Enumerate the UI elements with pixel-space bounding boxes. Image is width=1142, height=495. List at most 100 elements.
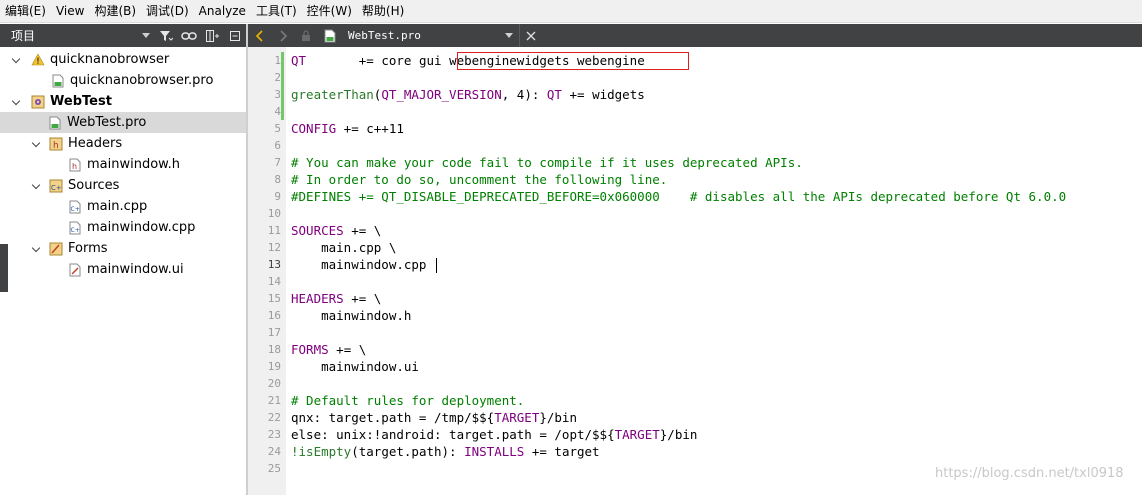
code-token: mainwindow.ui	[291, 359, 419, 374]
svg-text:C+: C+	[71, 227, 80, 234]
line-number: 11	[267, 224, 281, 237]
code-line[interactable]: mainwindow.h	[291, 307, 411, 324]
menu-build[interactable]: 构建(B)	[89, 0, 141, 23]
line-number: 12	[267, 241, 281, 254]
svg-text:C+: C+	[71, 206, 80, 213]
code-editor[interactable]: QT += core gui webenginewidgets webengin…	[287, 47, 1142, 495]
code-line[interactable]: FORMS += \	[291, 341, 366, 358]
tree-item-headers[interactable]: h Headers	[0, 133, 246, 154]
code-token: #DEFINES += QT_DISABLE_DEPRECATED_BEFORE…	[291, 189, 1067, 204]
menu-controls[interactable]: 控件(W)	[302, 0, 357, 23]
code-token: += c++11	[336, 121, 404, 136]
qt-project-file-icon	[323, 28, 337, 43]
editor-toolbar: WebTest.pro	[248, 24, 1142, 47]
code-line[interactable]: # Default rules for deployment.	[291, 392, 524, 409]
tree-item-label: mainwindow.cpp	[87, 220, 196, 235]
chevron-down-icon[interactable]	[32, 139, 42, 149]
line-number-gutter[interactable]: 1 2 3 4 5 6 7 8 9 10 11 12 13 14 15 16 17 18 19 20 21 22 23 24 2…	[248, 47, 286, 495]
code-line[interactable]: # In order to do so, uncomment the follo…	[291, 171, 667, 188]
menu-edit[interactable]: 编辑(E)	[0, 0, 51, 23]
menu-debug[interactable]: 调试(D)	[141, 0, 194, 23]
code-line[interactable]: mainwindow.ui	[291, 358, 419, 375]
code-line[interactable]: qnx: target.path = /tmp/$${TARGET}/bin	[291, 409, 577, 426]
close-pane-icon[interactable]	[223, 24, 246, 47]
header-file-icon: h	[68, 157, 82, 172]
code-line[interactable]: SOURCES += \	[291, 222, 381, 239]
code-token: # In order to do so, uncomment the follo…	[291, 172, 668, 187]
code-token: QT_MAJOR_VERSION	[381, 87, 502, 102]
code-line[interactable]: greaterThan(QT_MAJOR_VERSION, 4): QT += …	[291, 86, 645, 103]
code-token: TARGET	[614, 427, 660, 442]
tree-item-mainwindow-ui[interactable]: mainwindow.ui	[0, 259, 246, 280]
lock-icon[interactable]	[294, 24, 317, 47]
line-number: 9	[274, 190, 281, 203]
split-icon[interactable]	[200, 24, 223, 47]
code-token: HEADERS	[291, 291, 344, 306]
line-number: 17	[267, 326, 281, 339]
tree-item-mainwindow-cpp[interactable]: C+ mainwindow.cpp	[0, 217, 246, 238]
code-line[interactable]: # You can make your code fail to compile…	[291, 154, 803, 171]
tree-item-mainwindow-h[interactable]: h mainwindow.h	[0, 154, 246, 175]
chevron-down-icon[interactable]	[12, 55, 22, 65]
code-token: QT	[291, 53, 307, 68]
project-tree: quicknanobrowser quicknanobrowser.pro We…	[0, 47, 246, 495]
menu-tools[interactable]: 工具(T)	[251, 0, 302, 23]
code-line[interactable]: HEADERS += \	[291, 290, 381, 307]
qt-project-file-icon	[48, 115, 62, 130]
link-icon[interactable]	[177, 24, 200, 47]
annotation-box	[457, 52, 689, 70]
forms-folder-icon	[49, 241, 63, 256]
code-line[interactable]: CONFIG += c++11	[291, 120, 404, 137]
line-number: 10	[267, 207, 281, 220]
tree-item-main-cpp[interactable]: C+ main.cpp	[0, 196, 246, 217]
tree-item-label: mainwindow.h	[87, 157, 180, 172]
chevron-down-icon[interactable]	[12, 97, 22, 107]
tree-item-label: Forms	[68, 241, 108, 256]
tree-item-sources[interactable]: C+ Sources	[0, 175, 246, 196]
menu-help[interactable]: 帮助(H)	[357, 0, 409, 23]
code-line[interactable]: !isEmpty(target.path): INSTALLS += targe…	[291, 443, 600, 460]
filter-icon[interactable]	[154, 24, 177, 47]
code-line[interactable]: main.cpp \	[291, 239, 396, 256]
svg-text:C+: C+	[51, 184, 62, 192]
line-number: 19	[267, 360, 281, 373]
text-cursor	[436, 258, 437, 273]
code-token: CONFIG	[291, 121, 337, 136]
source-folder-icon: C+	[49, 178, 63, 193]
tree-item-webtest[interactable]: WebTest	[0, 91, 246, 112]
code-token: mainwindow.h	[291, 308, 412, 323]
line-number: 13	[267, 258, 281, 271]
tree-item-label: WebTest	[50, 94, 112, 109]
line-number: 5	[274, 122, 281, 135]
code-token: , 4):	[501, 87, 547, 102]
menu-analyze[interactable]: Analyze	[194, 0, 251, 23]
tree-item-quicknanobrowser-pro[interactable]: quicknanobrowser.pro	[0, 70, 246, 91]
code-token: QT	[546, 87, 562, 102]
code-token: += core gui	[306, 53, 450, 68]
code-line[interactable]: #DEFINES += QT_DISABLE_DEPRECATED_BEFORE…	[291, 188, 1066, 205]
open-documents-selector[interactable]: WebTest.pro	[317, 24, 519, 47]
close-document-icon[interactable]	[519, 24, 542, 47]
view-selector[interactable]: 项目	[0, 24, 154, 47]
code-line[interactable]: mainwindow.cpp	[291, 256, 426, 273]
line-number: 8	[274, 173, 281, 186]
tree-item-quicknanobrowser[interactable]: quicknanobrowser	[0, 49, 246, 70]
line-number: 22	[267, 411, 281, 424]
back-arrow-icon[interactable]	[248, 24, 271, 47]
forward-arrow-icon[interactable]	[271, 24, 294, 47]
code-token: }/bin	[539, 410, 577, 425]
tree-item-label: WebTest.pro	[67, 115, 147, 130]
warning-icon	[31, 52, 45, 67]
chevron-down-icon[interactable]	[32, 181, 42, 191]
code-token: qnx: target.path = /tmp/$${	[291, 410, 495, 425]
header-folder-icon: h	[49, 136, 63, 151]
tree-item-forms[interactable]: Forms	[0, 238, 246, 259]
code-line[interactable]: else: unix:!android: target.path = /opt/…	[291, 426, 697, 443]
tree-item-webtest-pro[interactable]: WebTest.pro	[0, 112, 246, 133]
modified-line-marker	[281, 52, 284, 69]
menu-view[interactable]: View	[51, 0, 89, 23]
tree-item-label: Headers	[68, 136, 123, 151]
mode-bar-edge	[0, 244, 8, 292]
chevron-down-icon[interactable]	[32, 244, 42, 254]
line-number: 7	[274, 156, 281, 169]
